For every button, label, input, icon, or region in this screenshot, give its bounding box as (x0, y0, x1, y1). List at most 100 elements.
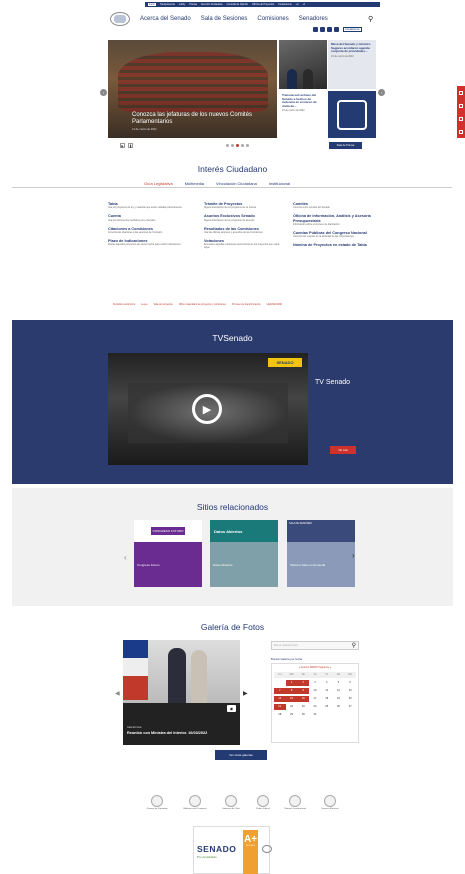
nav-item-senadores[interactable]: Senadores (299, 16, 328, 22)
link-sala-proyectos[interactable]: Sala de proyectos (154, 303, 173, 306)
chevron-left-icon[interactable]: ◀ (115, 690, 120, 697)
calendar-day[interactable]: 20 (344, 696, 356, 702)
calendar-day[interactable]: 16 (297, 696, 310, 702)
calendar-day[interactable]: 8 (285, 688, 298, 694)
list-item[interactable]: Plazo de Indicaciones Revise aquellos pro… (108, 239, 188, 246)
twitter-icon[interactable] (313, 27, 318, 32)
side-news-2-title[interactable]: Transversal rechazo del Senado a hechos … (282, 93, 324, 108)
chevron-right-icon[interactable]: ▶ (243, 690, 248, 697)
carousel-dot-active[interactable] (236, 144, 239, 147)
chevron-right-icon[interactable]: › (352, 551, 355, 560)
contact-link[interactable]: Contáctenos (343, 27, 362, 32)
nav-item-acerca[interactable]: Acerca del Senado (140, 16, 191, 22)
carousel-dot[interactable] (241, 144, 244, 147)
list-item[interactable]: Resultados de las Comisiones Vea las últi… (204, 227, 284, 234)
tv-more-button[interactable]: Ver más (330, 446, 356, 454)
footer-institution[interactable]: Tribunal Constitucional (280, 795, 310, 815)
mail-icon[interactable] (459, 116, 463, 121)
link-leyes[interactable]: Leyes (141, 303, 147, 306)
search-icon[interactable]: ⚲ (352, 642, 356, 649)
list-item[interactable]: Oficina de Información, Análisis y Aseso… (293, 214, 373, 226)
side-news-1-title[interactable]: Mesa del Senado y ministro Segpres acord… (331, 42, 373, 54)
link-calendario[interactable]: Último calendario de proyectos y comisio… (179, 303, 226, 306)
gallery-caption[interactable]: Reunión con Ministra del Interior. 16/03… (127, 731, 207, 735)
related-site-card[interactable]: SALA DE SESIONES Sistema Sala en demanda (287, 520, 355, 587)
more-galleries-button[interactable]: Ver otras galerías (215, 750, 267, 760)
calendar-header[interactable]: « Anterior MARZO Siguiente » (274, 666, 356, 669)
related-site-card[interactable]: CONGRESO FUTURO Congreso Futuro (134, 520, 202, 587)
gallery-search-input[interactable]: Buscar Galerías Fotos ⚲ (271, 641, 359, 650)
footer-institution[interactable]: Biblioteca del Congreso (180, 795, 210, 815)
side-news-2-image[interactable] (328, 91, 376, 138)
list-item[interactable]: Cuentas Públicas del Congreso Nacional Co… (293, 231, 373, 238)
play-icon[interactable]: ▶ (120, 143, 125, 148)
floating-side-tab[interactable] (457, 86, 465, 138)
press-room-button[interactable]: Sala de Prensa (329, 142, 362, 149)
calendar-day[interactable]: 7 (274, 688, 286, 694)
top-link[interactable]: Consulta de Opinión (226, 3, 248, 6)
calendar-day[interactable]: 24 (309, 704, 321, 710)
chevron-right-icon[interactable]: › (378, 89, 385, 96)
list-item[interactable]: Citaciones a Comisiones Conozca las citac… (108, 227, 188, 234)
top-link[interactable]: +A (296, 3, 299, 6)
calendar-day[interactable]: 3 (309, 680, 321, 686)
top-link[interactable]: Oficina de Proyectos (252, 3, 274, 6)
chevron-left-icon[interactable]: ‹ (100, 89, 107, 96)
top-link[interactable]: Inicio (148, 3, 156, 6)
hero-title[interactable]: Conozca las jefaturas de los nuevos Comi… (132, 112, 272, 126)
play-icon[interactable]: ▶ (192, 394, 222, 424)
calendar-day[interactable]: 25 (321, 704, 333, 710)
calendar-day[interactable]: 10 (309, 688, 321, 694)
link-periodico[interactable]: Periódico electrónico (113, 303, 135, 306)
senado-logo[interactable] (110, 12, 130, 26)
footer-institution[interactable]: Servicio Electoral (315, 795, 345, 815)
calendar-day[interactable]: 30 (297, 712, 309, 718)
youtube-icon[interactable] (327, 27, 332, 32)
nav-item-sala[interactable]: Sala de Sesiones (201, 16, 248, 22)
footer-institution[interactable]: Poder Judicial (248, 795, 278, 815)
top-link[interactable]: -A (303, 3, 305, 6)
calendar-day[interactable]: 21 (274, 704, 286, 710)
calendar-day[interactable]: 18 (321, 696, 333, 702)
search-icon[interactable]: ⚲ (368, 15, 373, 23)
related-site-card[interactable]: Datos Abiertos Datos Abiertos (210, 520, 278, 587)
list-item[interactable]: Nómina de Proyectos en estado de Tabla (293, 243, 373, 247)
calendar-day[interactable]: 5 (333, 680, 345, 686)
top-link[interactable]: Lobby (179, 3, 186, 6)
top-link[interactable]: Contáctenos (278, 3, 291, 6)
top-link[interactable]: Atención Ciudadana (201, 3, 223, 6)
calendar-day[interactable]: 13 (344, 688, 356, 694)
calendar-day[interactable]: 31 (309, 712, 321, 718)
accessibility-icon[interactable] (459, 90, 463, 95)
carousel-dot[interactable] (226, 144, 229, 147)
calendar-day[interactable]: 17 (309, 696, 321, 702)
gallery-photo[interactable] (123, 640, 240, 745)
list-item[interactable]: Comités Conozca a los comités del Senado (293, 202, 373, 209)
facebook-icon[interactable] (334, 27, 339, 32)
chevron-left-icon[interactable]: ‹ (124, 553, 127, 562)
instagram-icon[interactable] (320, 27, 325, 32)
calendar-day[interactable]: 22 (286, 704, 298, 710)
calendar-day[interactable]: 12 (333, 688, 345, 694)
calendar-day[interactable]: 19 (333, 696, 345, 702)
calendar-day[interactable]: 14 (274, 696, 286, 702)
carousel-dot[interactable] (246, 144, 249, 147)
calendar-day[interactable]: 6 (344, 680, 356, 686)
nav-item-comisiones[interactable]: Comisiones (257, 16, 288, 22)
top-link[interactable]: Transparencia (160, 3, 175, 6)
carousel-dot[interactable] (231, 144, 234, 147)
list-item[interactable]: Cuenta Vea los documentos recibidos por e… (108, 214, 188, 221)
side-news-2[interactable]: Transversal rechazo del Senado a hechos … (279, 91, 327, 138)
calendar-day[interactable]: 9 (297, 688, 310, 694)
share-icon[interactable] (459, 129, 463, 134)
calendar-day[interactable]: 15 (285, 696, 298, 702)
footer-institution[interactable]: Gobierno de Chile (216, 795, 246, 815)
calendar-day[interactable]: 28 (274, 712, 286, 718)
list-item[interactable]: Tabla Vea los proyectos de ley y materias… (108, 202, 188, 209)
calendar-day[interactable]: 1 (285, 680, 298, 686)
calendar-day[interactable]: 11 (321, 688, 333, 694)
calendar-day[interactable]: 29 (286, 712, 298, 718)
list-item[interactable]: Asuntos Exclusivos Senado Siga la tramita… (204, 214, 284, 221)
calendar-day[interactable]: 2 (297, 680, 310, 686)
calendar-day[interactable]: 4 (321, 680, 333, 686)
